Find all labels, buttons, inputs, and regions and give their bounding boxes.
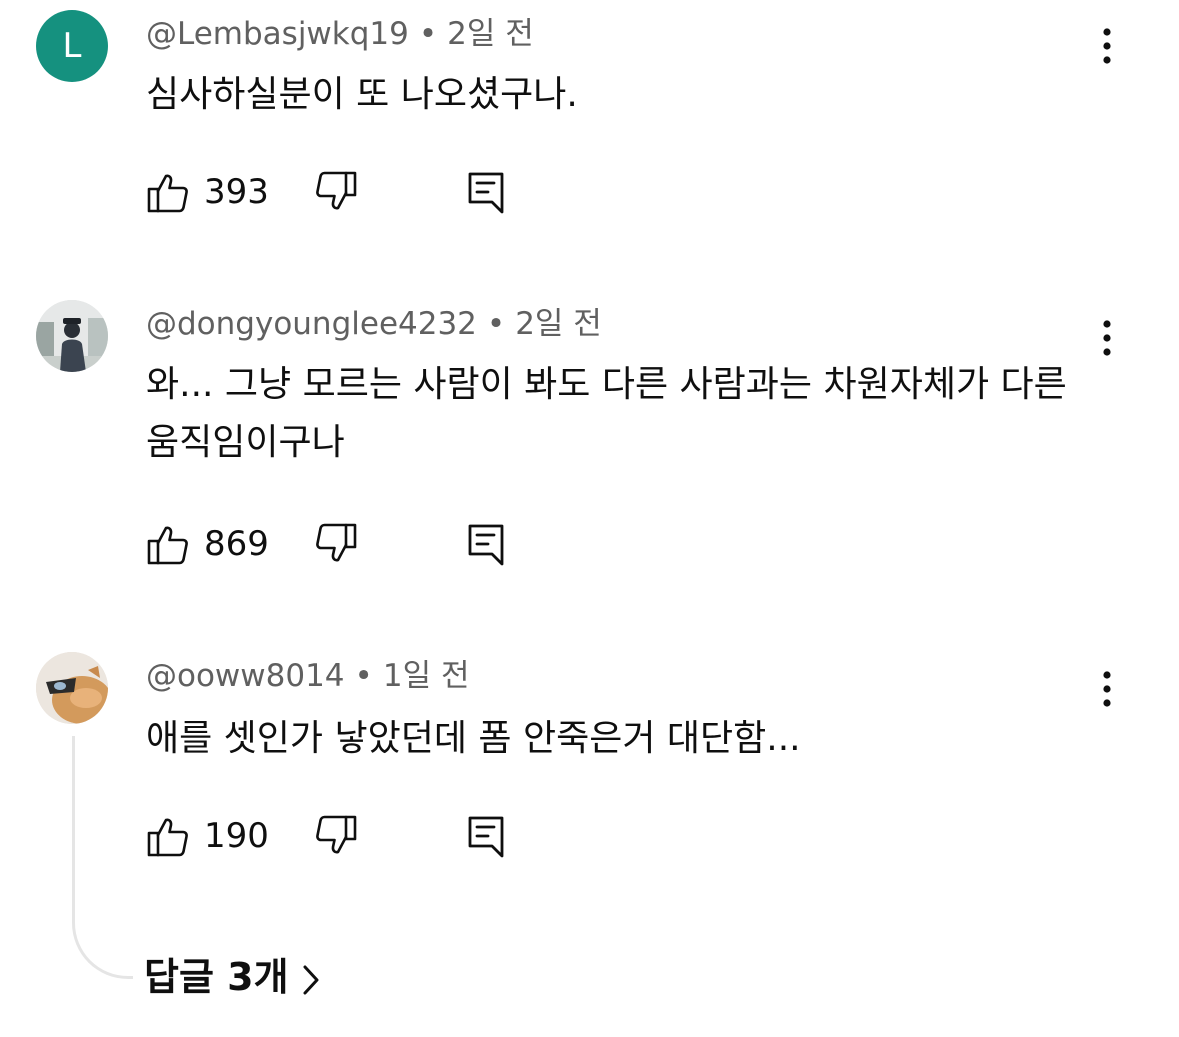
like-count: 869 — [204, 524, 269, 564]
like-button[interactable] — [146, 170, 190, 214]
dislike-button[interactable] — [314, 522, 358, 566]
reply-thread-line — [72, 736, 133, 979]
like-button[interactable] — [146, 814, 190, 858]
more-options-button[interactable] — [1092, 318, 1122, 358]
replies-label: 답글 3개 — [144, 955, 289, 999]
avatar-photo — [36, 652, 108, 724]
thumbs-up-icon — [147, 818, 188, 857]
comment-meta: @ooww8014 • 1일 전 — [146, 656, 469, 696]
reply-button[interactable] — [464, 522, 508, 566]
comment-actions: 393 — [146, 170, 546, 214]
like-count: 393 — [204, 172, 269, 212]
meta-separator: • — [354, 658, 373, 694]
comment: @dongyounglee4232 • 2일 전 와... 그냥 모르는 사람이 봐… — [0, 290, 1179, 610]
comment-time: 2일 전 — [515, 306, 602, 342]
reply-button[interactable] — [464, 814, 508, 858]
dislike-button[interactable] — [314, 814, 358, 858]
more-vertical-icon — [1103, 28, 1111, 64]
thumbs-up-icon — [147, 174, 188, 213]
reply-icon — [468, 524, 504, 566]
comment-author[interactable]: @dongyounglee4232 — [146, 306, 477, 342]
comment: L @Lembasjwkq19 • 2일 전 심사하실분이 또 나오셨구나. 393 — [0, 0, 1179, 260]
comment-text: 애를 셋인가 낳았던데 폼 안죽은거 대단함... — [146, 718, 801, 759]
like-count: 190 — [204, 816, 269, 856]
reply-icon — [468, 172, 504, 214]
more-vertical-icon — [1103, 671, 1111, 707]
avatar[interactable]: L — [36, 10, 108, 82]
view-replies-button[interactable]: 답글 3개 — [144, 952, 321, 1002]
comment-author[interactable]: @ooww8014 — [146, 658, 345, 694]
like-button[interactable] — [146, 522, 190, 566]
more-vertical-icon — [1103, 320, 1111, 356]
comment-author[interactable]: @Lembasjwkq19 — [146, 16, 409, 52]
comment-meta: @dongyounglee4232 • 2일 전 — [146, 304, 602, 344]
comment-actions: 869 — [146, 522, 546, 566]
avatar[interactable] — [36, 300, 108, 372]
meta-separator: • — [486, 306, 506, 342]
meta-separator: • — [418, 16, 438, 52]
more-options-button[interactable] — [1092, 669, 1122, 709]
reply-icon — [468, 816, 504, 858]
thumbs-down-icon — [316, 815, 357, 854]
comment-time: 1일 전 — [382, 658, 470, 694]
comment-actions: 190 — [146, 814, 546, 858]
comment-meta: @Lembasjwkq19 • 2일 전 — [146, 14, 534, 54]
comment-text: 와... 그냥 모르는 사람이 봐도 다른 사람과는 차원자체가 다른 움직임이… — [146, 364, 1067, 463]
comment-time: 2일 전 — [447, 16, 534, 52]
dislike-button[interactable] — [314, 170, 358, 214]
reply-button[interactable] — [464, 170, 508, 214]
avatar[interactable] — [36, 652, 108, 724]
comment-text: 심사하실분이 또 나오셨구나. — [146, 74, 578, 115]
thumbs-down-icon — [316, 523, 357, 562]
more-options-button[interactable] — [1092, 26, 1122, 66]
chevron-right-icon — [303, 965, 319, 994]
avatar-photo — [36, 300, 108, 372]
thumbs-up-icon — [147, 526, 188, 565]
thumbs-down-icon — [316, 171, 357, 210]
